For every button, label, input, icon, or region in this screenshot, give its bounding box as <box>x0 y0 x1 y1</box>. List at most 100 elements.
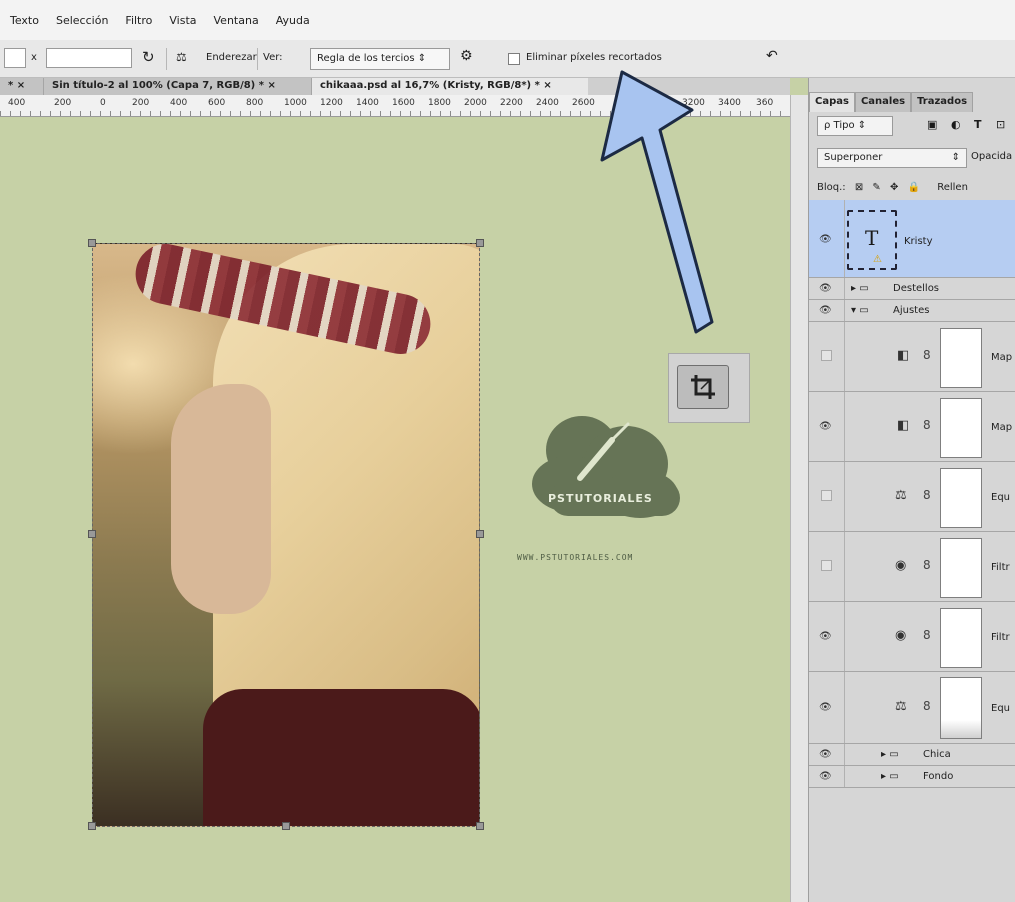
tab-capas[interactable]: Capas <box>809 92 855 112</box>
lock-transparent-icon[interactable]: ⊠ <box>855 182 863 193</box>
layer-destellos[interactable]: 👁 ▸ ▭ Destellos <box>809 278 1015 300</box>
chevron-right-icon[interactable]: ▸ ▭ <box>881 749 899 760</box>
ratio-x-label: x <box>31 52 37 63</box>
ruler-number: 2200 <box>500 98 523 108</box>
eye-icon[interactable]: 👁 <box>819 234 833 245</box>
type-filter-icon[interactable]: T <box>974 118 982 131</box>
visibility-toggle[interactable] <box>821 350 832 361</box>
menu-seleccion[interactable]: Selección <box>56 14 108 27</box>
link-icon: 8 <box>923 558 931 572</box>
ruler-number: 600 <box>208 98 226 108</box>
photo-filter-icon: ◉ <box>895 558 907 573</box>
crop-handle[interactable] <box>476 530 484 538</box>
image-filter-icon[interactable]: ▣ <box>927 118 937 131</box>
delete-pixels-checkbox[interactable] <box>508 53 520 65</box>
tab-trazados[interactable]: Trazados <box>911 92 974 112</box>
link-icon: 8 <box>923 699 931 713</box>
layer-filter-select[interactable]: ρ Tipo ⇕ <box>817 116 893 136</box>
close-icon[interactable]: × <box>543 80 551 91</box>
gradient-map-icon: ◧ <box>897 348 910 363</box>
menu-ventana[interactable]: Ventana <box>214 14 259 27</box>
menu-texto[interactable]: Texto <box>10 14 39 27</box>
straighten-button[interactable]: Enderezar <box>206 52 257 63</box>
color-balance-icon: ⚖ <box>895 699 907 714</box>
blend-mode-select[interactable]: Superponer ⇕ <box>817 148 967 168</box>
overlay-select[interactable]: Regla de los tercios ⇕ <box>310 48 450 70</box>
layer-mask-thumbnail <box>940 328 982 388</box>
fill-label: Rellen <box>937 182 968 193</box>
layer-equ-1[interactable]: ⚖ 8 Equ <box>809 462 1015 532</box>
adjustment-filter-icon[interactable]: ◐ <box>951 118 961 131</box>
photo-filter-icon: ◉ <box>895 628 907 643</box>
crop-handle[interactable] <box>476 822 484 830</box>
watermark-url: WWW.PSTUTORIALES.COM <box>517 553 634 562</box>
gradient-map-icon: ◧ <box>897 418 910 433</box>
tab-chikaaa[interactable]: chikaaa.psd al 16,7% (Kristy, RGB/8*) * … <box>312 78 588 95</box>
shape-filter-icon[interactable]: ⊡ <box>996 118 1005 131</box>
tab-previous[interactable]: * × <box>0 78 44 95</box>
eye-icon[interactable]: 👁 <box>819 421 833 432</box>
chevron-right-icon[interactable]: ▸ ▭ <box>881 771 899 782</box>
arrow-annotation-icon <box>600 70 714 334</box>
ruler-number: 400 <box>170 98 188 108</box>
ruler-number: 1800 <box>428 98 451 108</box>
eye-icon[interactable]: 👁 <box>819 305 833 316</box>
ruler-number: 400 <box>8 98 26 108</box>
eye-icon[interactable]: 👁 <box>819 771 833 782</box>
layer-map-1[interactable]: ◧ 8 Map <box>809 322 1015 392</box>
crop-tool-panel <box>668 353 750 423</box>
crop-handle[interactable] <box>476 239 484 247</box>
eye-icon[interactable]: 👁 <box>819 702 833 713</box>
layer-map-2[interactable]: 👁 ◧ 8 Map <box>809 392 1015 462</box>
crop-tool-button[interactable] <box>677 365 729 409</box>
layer-chica[interactable]: 👁 ▸ ▭ Chica <box>809 744 1015 766</box>
ruler-number: 1200 <box>320 98 343 108</box>
lock-move-icon[interactable]: ✥ <box>890 182 898 193</box>
layers-panel: Capas Canales Trazados ρ Tipo ⇕ ▣ ◐ T ⊡ … <box>808 78 1015 902</box>
ruler-number: 1400 <box>356 98 379 108</box>
undo-icon[interactable]: ↶ <box>766 48 778 64</box>
tab-canales[interactable]: Canales <box>854 92 912 112</box>
crop-handle[interactable] <box>88 822 96 830</box>
lock-row: Bloq.: ⊠ ✎ ✥ 🔒 Rellen <box>817 182 968 193</box>
crop-icon <box>691 375 715 399</box>
crop-handle[interactable] <box>88 239 96 247</box>
visibility-toggle[interactable] <box>821 490 832 501</box>
layer-filtr-2[interactable]: 👁 ◉ 8 Filtr <box>809 602 1015 672</box>
vertical-scrollbar[interactable] <box>790 95 808 902</box>
lock-all-icon[interactable]: 🔒 <box>908 182 920 193</box>
canvas-image[interactable] <box>92 243 480 827</box>
eye-icon[interactable]: 👁 <box>819 631 833 642</box>
menu-ayuda[interactable]: Ayuda <box>276 14 310 27</box>
crop-handle[interactable] <box>282 822 290 830</box>
level-icon[interactable]: ⚖ <box>176 50 187 64</box>
menu-filtro[interactable]: Filtro <box>125 14 152 27</box>
layer-equ-2[interactable]: 👁 ⚖ 8 Equ <box>809 672 1015 744</box>
ruler-number: 360 <box>756 98 774 108</box>
close-icon[interactable]: × <box>267 80 275 91</box>
menu-vista[interactable]: Vista <box>169 14 196 27</box>
eye-icon[interactable]: 👁 <box>819 283 833 294</box>
layers-list: 👁 T ⚠ Kristy 👁 ▸ ▭ Destellos 👁 ▾ ▭ Ajust… <box>809 200 1015 788</box>
layer-kristy[interactable]: 👁 T ⚠ Kristy <box>809 200 1015 278</box>
visibility-toggle[interactable] <box>821 560 832 571</box>
chevron-down-icon[interactable]: ▾ ▭ <box>851 305 869 316</box>
eye-icon[interactable]: 👁 <box>819 749 833 760</box>
crop-handle[interactable] <box>88 530 96 538</box>
ruler-number: 2400 <box>536 98 559 108</box>
crop-width-input[interactable] <box>4 48 26 68</box>
layer-fondo[interactable]: 👁 ▸ ▭ Fondo <box>809 766 1015 788</box>
ruler-number: 1000 <box>284 98 307 108</box>
layer-mask-thumbnail <box>940 398 982 458</box>
crop-height-input[interactable] <box>46 48 132 68</box>
gear-icon[interactable]: ⚙ <box>460 48 473 64</box>
tab-sin-titulo[interactable]: Sin título-2 al 100% (Capa 7, RGB/8) * × <box>44 78 312 95</box>
lock-paint-icon[interactable]: ✎ <box>872 182 880 193</box>
layer-ajustes[interactable]: 👁 ▾ ▭ Ajustes <box>809 300 1015 322</box>
reset-icon[interactable]: ↻ <box>142 48 155 66</box>
chevron-right-icon[interactable]: ▸ ▭ <box>851 283 869 294</box>
layer-filtr-1[interactable]: ◉ 8 Filtr <box>809 532 1015 602</box>
color-balance-icon: ⚖ <box>895 488 907 503</box>
text-layer-icon: T <box>865 226 879 250</box>
ruler-number: 800 <box>246 98 264 108</box>
